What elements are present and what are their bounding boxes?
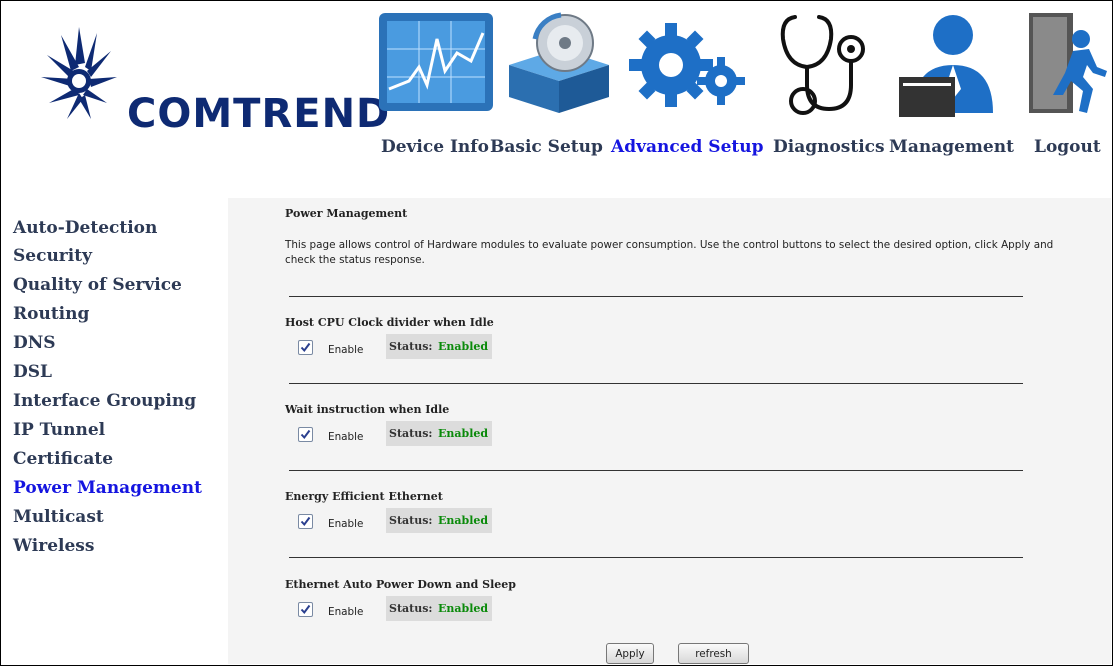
section-title-ethernet-auto-power-down: Ethernet Auto Power Down and Sleep — [285, 578, 516, 591]
eth-apd-enable-checkbox[interactable] — [298, 602, 313, 617]
sidebar-item-multicast[interactable]: Multicast — [13, 507, 104, 527]
sidebar-item-dsl[interactable]: DSL — [13, 362, 52, 382]
page-description: This page allows control of Hardware mod… — [285, 239, 1054, 266]
status-box: Status: Enabled — [386, 334, 492, 359]
status-label: Status: — [389, 427, 433, 440]
starburst-logo-icon — [41, 27, 117, 119]
refresh-button[interactable]: refresh — [678, 643, 749, 664]
sidebar-item-routing[interactable]: Routing — [13, 304, 89, 324]
status-label: Status: — [389, 602, 433, 615]
divider — [289, 296, 1023, 297]
sidebar-item-wireless[interactable]: Wireless — [13, 536, 94, 556]
sidebar-item-certificate[interactable]: Certificate — [13, 449, 113, 469]
main-content: Power Management This page allows contro… — [228, 198, 1111, 664]
enable-label: Enable — [328, 431, 364, 443]
check-icon — [300, 516, 311, 527]
nav-advanced-setup[interactable]: Advanced Setup — [611, 137, 764, 157]
check-icon — [300, 429, 311, 440]
check-icon — [300, 342, 311, 353]
enable-label: Enable — [328, 344, 364, 356]
sidebar-item-interface-grouping[interactable]: Interface Grouping — [13, 391, 196, 411]
comtrend-logo: COMTREND — [19, 7, 389, 167]
enable-label: Enable — [328, 518, 364, 530]
status-value: Enabled — [438, 427, 489, 440]
status-box: Status: Enabled — [386, 596, 492, 621]
user-admin-icon[interactable] — [893, 9, 1005, 121]
nav-management[interactable]: Management — [889, 137, 1014, 157]
divider — [289, 470, 1023, 471]
section-title-host-cpu: Host CPU Clock divider when Idle — [285, 316, 494, 329]
status-label: Status: — [389, 340, 433, 353]
eee-enable-checkbox[interactable] — [298, 514, 313, 529]
exit-door-icon[interactable] — [1023, 9, 1109, 121]
status-value: Enabled — [438, 514, 489, 527]
nav-diagnostics[interactable]: Diagnostics — [773, 137, 885, 157]
sidebar: Auto-Detection Security Quality of Servi… — [1, 198, 227, 664]
apply-button[interactable]: Apply — [606, 643, 654, 664]
section-title-energy-efficient-ethernet: Energy Efficient Ethernet — [285, 490, 443, 503]
chart-icon[interactable] — [375, 9, 497, 115]
sidebar-item-dns[interactable]: DNS — [13, 333, 56, 353]
status-value: Enabled — [438, 602, 489, 615]
status-label: Status: — [389, 514, 433, 527]
sidebar-item-security[interactable]: Security — [13, 246, 92, 266]
wait-instruction-enable-checkbox[interactable] — [298, 427, 313, 442]
nav-basic-setup[interactable]: Basic Setup — [490, 137, 603, 157]
sidebar-item-quality-of-service[interactable]: Quality of Service — [13, 275, 182, 295]
sidebar-item-auto-detection[interactable]: Auto-Detection — [13, 218, 157, 238]
sidebar-item-ip-tunnel[interactable]: IP Tunnel — [13, 420, 105, 440]
status-box: Status: Enabled — [386, 421, 492, 446]
logo-text: COMTREND — [127, 91, 391, 137]
check-icon — [300, 604, 311, 615]
nav-logout[interactable]: Logout — [1034, 137, 1101, 157]
status-box: Status: Enabled — [386, 508, 492, 533]
status-value: Enabled — [438, 340, 489, 353]
divider — [289, 383, 1023, 384]
gears-icon[interactable] — [621, 9, 751, 121]
sidebar-item-power-management[interactable]: Power Management — [13, 478, 202, 498]
nav-device-info[interactable]: Device Info — [381, 137, 489, 157]
stethoscope-icon[interactable] — [771, 9, 871, 121]
package-disc-icon[interactable] — [501, 9, 617, 117]
enable-label: Enable — [328, 606, 364, 618]
page-title: Power Management — [285, 207, 408, 220]
divider — [289, 557, 1023, 558]
section-title-wait-instruction: Wait instruction when Idle — [285, 403, 450, 416]
header: COMTREND Device Info Basic Setup Advance… — [1, 1, 1112, 197]
host-cpu-enable-checkbox[interactable] — [298, 340, 313, 355]
